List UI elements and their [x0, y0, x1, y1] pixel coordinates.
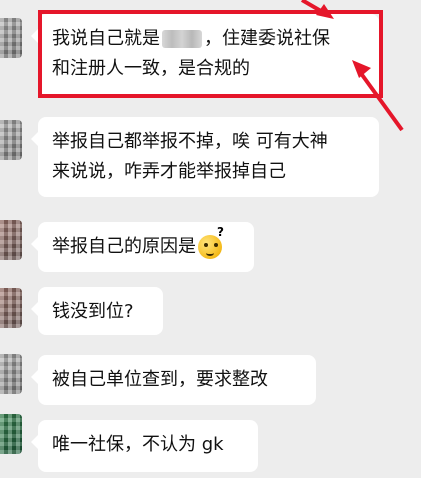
message-bubble-1[interactable]: 我说自己就是 ，住建委说社保 和注册人一致，是合规的 — [31, 14, 379, 96]
avatar[interactable] — [0, 414, 22, 454]
message-6-text: 唯一社保，不认为 gk — [52, 434, 224, 455]
avatar[interactable] — [0, 288, 22, 328]
message-5-text: 被自己单位查到，要求整改 — [52, 369, 268, 390]
blurred-text — [162, 30, 202, 48]
avatar[interactable] — [0, 18, 22, 58]
message-3-text: 举报自己的原因是 — [52, 236, 196, 257]
message-2-line-2: 来说说，咋弄才能举报掉自己 — [52, 161, 286, 182]
message-bubble-2[interactable]: 举报自己都举报不掉，唉 可有大神 来说说，咋弄才能举报掉自己 — [31, 117, 379, 197]
message-bubble-3[interactable]: 举报自己的原因是? — [31, 222, 254, 272]
message-bubble-6[interactable]: 唯一社保，不认为 gk — [31, 420, 258, 472]
thinking-face-icon: ? — [198, 226, 224, 259]
message-bubble-5[interactable]: 被自己单位查到，要求整改 — [31, 355, 316, 405]
message-2-line-1: 举报自己都举报不掉，唉 可有大神 — [52, 131, 328, 152]
message-1-line-2: 和注册人一致，是合规的 — [52, 58, 250, 79]
arrow-top — [300, 0, 328, 16]
message-1-text-part-2: ，住建委说社保 — [204, 28, 330, 49]
avatar[interactable] — [0, 120, 22, 160]
avatar[interactable] — [0, 220, 22, 260]
message-1-text-part-1: 我说自己就是 — [52, 28, 160, 49]
message-1-line-1: 我说自己就是 ，住建委说社保 — [52, 24, 365, 54]
avatar[interactable] — [0, 354, 22, 394]
message-4-text: 钱没到位? — [52, 301, 134, 322]
message-bubble-4[interactable]: 钱没到位? — [31, 287, 163, 335]
